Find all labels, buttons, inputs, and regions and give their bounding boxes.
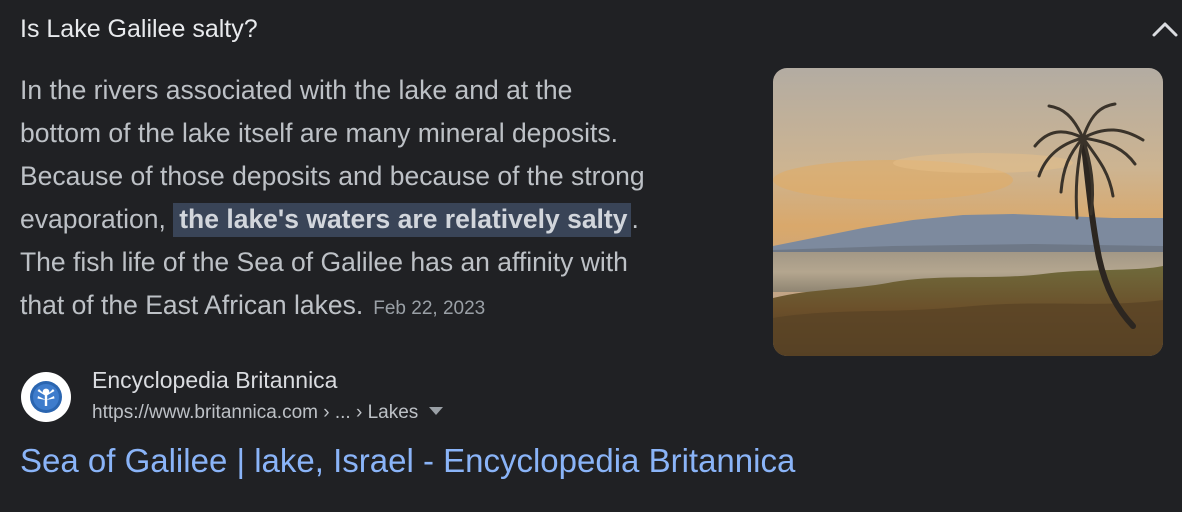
snippet-line-6-text: that of the East African lakes. (20, 290, 364, 320)
featured-snippet-text: In the rivers associated with the lake a… (20, 69, 740, 330)
source-url-text: https://www.britannica.com › ... › Lakes (92, 402, 419, 423)
snippet-line-6: that of the East African lakes. Feb 22, 2… (20, 284, 740, 330)
snippet-line-1: In the rivers associated with the lake a… (20, 75, 573, 105)
lake-palm-image (773, 68, 1163, 356)
source-row[interactable]: Encyclopedia Britannica https://www.brit… (20, 364, 620, 428)
question-heading[interactable]: Is Lake Galilee salty? (20, 12, 258, 46)
chevron-up-icon (1152, 22, 1178, 37)
source-site-name[interactable]: Encyclopedia Britannica (92, 367, 337, 394)
snippet-line-5: The fish life of the Sea of Galilee has … (20, 247, 628, 277)
collapse-button[interactable] (1150, 14, 1180, 44)
snippet-date: Feb 22, 2023 (373, 298, 486, 319)
snippet-line-2: bottom of the lake itself are many miner… (20, 118, 619, 148)
snippet-line-4-prefix: evaporation, (20, 204, 166, 234)
caret-down-icon[interactable] (429, 406, 444, 415)
snippet-line-4-suffix: . (631, 204, 639, 234)
britannica-thistle-icon (30, 381, 62, 413)
result-title-link[interactable]: Sea of Galilee | lake, Israel - Encyclop… (20, 442, 795, 480)
snippet-thumbnail[interactable] (773, 68, 1163, 356)
snippet-line-4: evaporation, the lake's waters are relat… (20, 198, 740, 241)
britannica-favicon (21, 372, 71, 422)
snippet-line-3: Because of those deposits and because of… (20, 161, 645, 191)
snippet-highlight: the lake's waters are relatively salty (173, 203, 632, 237)
source-breadcrumb-url[interactable]: https://www.britannica.com › ... › Lakes (92, 402, 444, 424)
